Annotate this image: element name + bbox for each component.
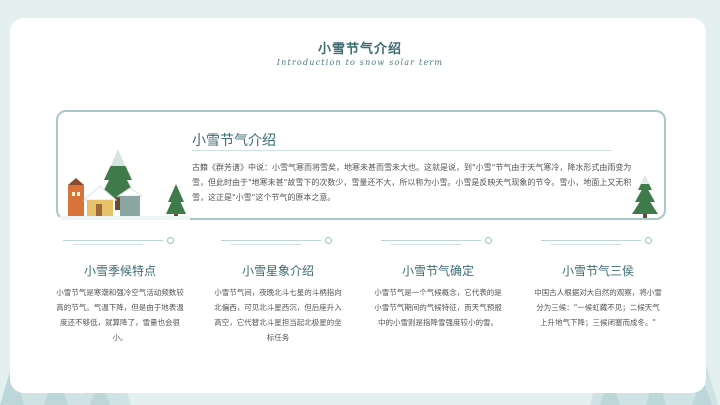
column-divider — [533, 236, 663, 250]
column-title: 小雪节气确定 — [401, 264, 474, 278]
intro-body-text: 古籍《群芳谱》中说：小雪气寒而将雪矣，地寒未甚而雪未大也。这就是说，到"小雪"节… — [192, 163, 632, 202]
page-subtitle: Introduction to snow solar term — [276, 58, 444, 67]
column-three-phases: 小雪节气三侯 中国古人根据对大自然的观察，将小雪分为三候："一候虹藏不见；二候天… — [533, 236, 663, 330]
column-astronomy: 小雪星象介绍 小雪节气间，夜晚北斗七星的斗柄指向北偏西，可见北斗星西沉，但后座升… — [213, 236, 343, 345]
column-text: 小雪节气是寒潮和强冷空气活动频数较高的节气。气温下降，但是由于地表温度还不够低，… — [56, 288, 184, 342]
column-text: 小雪节气是一个气候概念，它代表的是小雪节气期间的气候特征，而天气预报中的小雪则是… — [374, 288, 502, 327]
column-climate: 小雪季候特点 小雪节气是寒潮和强冷空气活动频数较高的节气。气温下降，但是由于地表… — [55, 236, 185, 345]
column-title: 小雪星象介绍 — [241, 264, 314, 278]
page-title: 小雪节气介绍 — [317, 42, 402, 57]
intro-divider — [192, 150, 612, 151]
column-title: 小雪季候特点 — [83, 264, 156, 278]
intro-heading: 小雪节气介绍 — [192, 133, 276, 149]
column-text: 中国古人根据对大自然的观察，将小雪分为三候："一候虹藏不见；二候天气上升地气下降… — [534, 288, 662, 327]
column-divider — [55, 236, 185, 250]
column-divider — [213, 236, 343, 250]
column-text: 小雪节气间，夜晚北斗七星的斗柄指向北偏西，可见北斗星西沉，但后座升入高空，它代替… — [214, 288, 342, 342]
snow-village-illustration — [60, 150, 190, 220]
column-divider — [373, 236, 503, 250]
column-title: 小雪节气三侯 — [561, 264, 634, 278]
column-definition: 小雪节气确定 小雪节气是一个气候概念，它代表的是小雪节气期间的气候特征，而天气预… — [373, 236, 503, 330]
